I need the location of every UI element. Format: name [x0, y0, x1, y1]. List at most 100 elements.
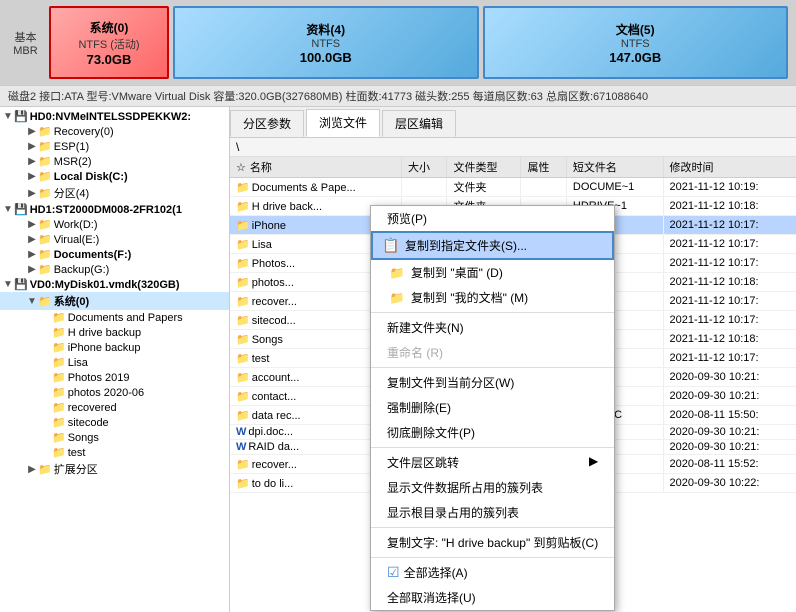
- tree-item-sitecode[interactable]: 📁 sitecode: [0, 415, 229, 430]
- tab-partition-params[interactable]: 分区参数: [230, 110, 304, 137]
- tree-label-msr: MSR(2): [54, 156, 92, 168]
- disk-type-label: 基本 MBR: [8, 6, 43, 79]
- file-modified-cell: 2021-11-12 10:17:: [663, 254, 796, 273]
- partition-label-2: 文档(5): [616, 21, 655, 38]
- tree-item-hd0[interactable]: ▼ 💾 HD0:NVMeINTELSSDPEKKW2:: [0, 109, 229, 124]
- col-header-attr: 属性: [521, 157, 566, 178]
- tree-item-photos2019[interactable]: 📁 Photos 2019: [0, 370, 229, 385]
- context-menu-sep3: [371, 447, 614, 448]
- tree-panel[interactable]: ▼ 💾 HD0:NVMeINTELSSDPEKKW2: ▶ 📁 Recovery…: [0, 107, 230, 612]
- context-menu-item-jump[interactable]: 文件层区跳转▶: [371, 450, 614, 475]
- tree-label-extended: 扩展分区: [54, 461, 98, 477]
- context-menu-item-deselect-all[interactable]: 全部取消选择(U): [371, 585, 614, 610]
- context-menu-item-show-cluster-file[interactable]: 显示文件数据所占用的簇列表: [371, 475, 614, 500]
- tree-item-test[interactable]: 📁 test: [0, 445, 229, 460]
- tree-label-localc: Local Disk(C:): [54, 171, 128, 183]
- context-menu-item-copy-to-mydoc[interactable]: 📁 复制到 "我的文档" (M): [371, 285, 614, 310]
- tree-label-sitecode: sitecode: [68, 417, 109, 429]
- context-menu-item-copy-text[interactable]: 复制文字: "H drive backup" 到剪贴板(C): [371, 530, 614, 555]
- file-modified-cell: 2020-09-30 10:21:: [663, 368, 796, 387]
- tree-label-workd: Work(D:): [54, 219, 98, 231]
- tree-item-recovered[interactable]: 📁 recovered: [0, 400, 229, 415]
- context-menu-item-select-all[interactable]: ☑ 全部选择(A): [371, 560, 614, 585]
- file-browser[interactable]: ☆名称 大小 文件类型 属性 短文件名: [230, 157, 796, 612]
- context-menu-item-copy-to-current[interactable]: 复制文件到当前分区(W): [371, 370, 614, 395]
- tree-item-viruale[interactable]: ▶ 📁 Virual(E:): [0, 232, 229, 247]
- tree-label-photos2020: photos 2020-06: [68, 387, 144, 399]
- tree-item-vd0[interactable]: ▼ 💾 VD0:MyDisk01.vmdk(320GB): [0, 277, 229, 292]
- file-modified-cell: 2020-08-11 15:52:: [663, 455, 796, 474]
- partitions-strip: 系统(0) NTFS (活动) 73.0GB 资料(4) NTFS 100.0G…: [49, 6, 788, 79]
- tree-label-docpaper: Documents and Papers: [68, 312, 183, 324]
- tree-item-iphonebackup[interactable]: 📁 iPhone backup: [0, 340, 229, 355]
- file-name-cell: 📁Documents & Pape...: [230, 178, 402, 197]
- file-attr-cell: [521, 178, 566, 197]
- file-modified-cell: 2021-11-12 10:17:: [663, 311, 796, 330]
- tree-item-songs[interactable]: 📁 Songs: [0, 430, 229, 445]
- tree-item-backupg[interactable]: ▶ 📁 Backup(G:): [0, 262, 229, 277]
- partition-size-0: 73.0GB: [87, 52, 132, 67]
- tree-item-photos2020[interactable]: 📁 photos 2020-06: [0, 385, 229, 400]
- file-size-cell: [402, 178, 447, 197]
- context-menu-item-show-cluster-root[interactable]: 显示根目录占用的簇列表: [371, 500, 614, 525]
- context-menu-sep1: [371, 312, 614, 313]
- tree-item-localc[interactable]: ▶ 📁 Local Disk(C:): [0, 169, 229, 184]
- tree-label-test: test: [68, 447, 86, 459]
- partition-label-0: 系统(0): [90, 19, 129, 36]
- partition-size-1: 100.0GB: [300, 50, 352, 65]
- path-text: \: [236, 140, 239, 154]
- tree-label-esp: ESP(1): [54, 141, 89, 153]
- file-modified-cell: 2021-11-12 10:18:: [663, 273, 796, 292]
- tree-item-workd[interactable]: ▶ 📁 Work(D:): [0, 217, 229, 232]
- tree-label-recovered: recovered: [68, 402, 117, 414]
- tab-browse-files[interactable]: 浏览文件: [306, 109, 380, 137]
- file-modified-cell: 2021-11-12 10:17:: [663, 216, 796, 235]
- tree-item-recovery[interactable]: ▶ 📁 Recovery(0): [0, 124, 229, 139]
- context-menu-item-permanent-delete[interactable]: 彻底删除文件(P): [371, 420, 614, 445]
- partition-block-0[interactable]: 系统(0) NTFS (活动) 73.0GB: [49, 6, 169, 79]
- context-menu-item-new-folder[interactable]: 新建文件夹(N): [371, 315, 614, 340]
- tree-label-hdbackup: H drive backup: [68, 327, 141, 339]
- tree-item-extended[interactable]: ▶ 📁 扩展分区: [0, 460, 229, 478]
- partition-block-2[interactable]: 文档(5) NTFS 147.0GB: [483, 6, 789, 79]
- tree-container: ▼ 💾 HD0:NVMeINTELSSDPEKKW2: ▶ 📁 Recovery…: [0, 107, 229, 480]
- tree-label-viruale: Virual(E:): [54, 234, 100, 246]
- tree-item-hd1[interactable]: ▼ 💾 HD1:ST2000DM008-2FR102(1: [0, 202, 229, 217]
- context-menu-item-preview[interactable]: 预览(P): [371, 206, 614, 231]
- tab-bar: 分区参数 浏览文件 层区编辑: [230, 107, 796, 138]
- disk-info-bar: 磁盘2 接口:ATA 型号:VMware Virtual Disk 容量:320…: [0, 85, 796, 107]
- right-panel: 分区参数 浏览文件 层区编辑 \ ☆名称: [230, 107, 796, 612]
- tree-label-iphonebackup: iPhone backup: [68, 342, 141, 354]
- context-menu-item-force-delete[interactable]: 强制删除(E): [371, 395, 614, 420]
- partition-block-1[interactable]: 资料(4) NTFS 100.0GB: [173, 6, 479, 79]
- file-type-cell: 文件夹: [447, 178, 521, 197]
- tree-label-recovery: Recovery(0): [54, 126, 114, 138]
- partition-bar: 基本 MBR 系统(0) NTFS (活动) 73.0GB 资料(4) NTFS…: [0, 0, 796, 85]
- context-menu-sep4: [371, 527, 614, 528]
- tree-item-lisa[interactable]: 📁 Lisa: [0, 355, 229, 370]
- file-modified-cell: 2020-09-30 10:21:: [663, 425, 796, 440]
- context-menu-sep5: [371, 557, 614, 558]
- file-modified-cell: 2021-11-12 10:18:: [663, 330, 796, 349]
- main-layout: ▼ 💾 HD0:NVMeINTELSSDPEKKW2: ▶ 📁 Recovery…: [0, 107, 796, 612]
- partition-label-1: 资料(4): [306, 21, 345, 38]
- file-modified-cell: 2021-11-12 10:18:: [663, 197, 796, 216]
- tree-label-lisa: Lisa: [68, 357, 88, 369]
- tree-item-msr[interactable]: ▶ 📁 MSR(2): [0, 154, 229, 169]
- partition-size-2: 147.0GB: [609, 50, 661, 65]
- tab-sector-edit[interactable]: 层区编辑: [382, 110, 456, 137]
- tree-item-docf[interactable]: ▶ 📁 Documents(F:): [0, 247, 229, 262]
- table-row[interactable]: 📁Documents & Pape... 文件夹 DOCUME~1 2021-1…: [230, 178, 796, 197]
- context-menu-item-copy-to-desktop[interactable]: 📁 复制到 "桌面" (D): [371, 260, 614, 285]
- tree-item-esp[interactable]: ▶ 📁 ESP(1): [0, 139, 229, 154]
- file-modified-cell: 2020-09-30 10:21:: [663, 387, 796, 406]
- context-menu-item-copy-to-folder[interactable]: 📋 复制到指定文件夹(S)...: [371, 231, 614, 260]
- tree-item-docpaper[interactable]: 📁 Documents and Papers: [0, 310, 229, 325]
- tree-label-sys0: 系统(0): [54, 293, 89, 309]
- file-modified-cell: 2020-09-30 10:22:: [663, 474, 796, 493]
- tree-item-hdbackup[interactable]: 📁 H drive backup: [0, 325, 229, 340]
- partition-fs-2: NTFS: [621, 38, 650, 50]
- tree-label-fen4: 分区(4): [54, 185, 89, 201]
- tree-item-fen4[interactable]: ▶ 📁 分区(4): [0, 184, 229, 202]
- tree-item-sys0[interactable]: ▼ 📁 系统(0): [0, 292, 229, 310]
